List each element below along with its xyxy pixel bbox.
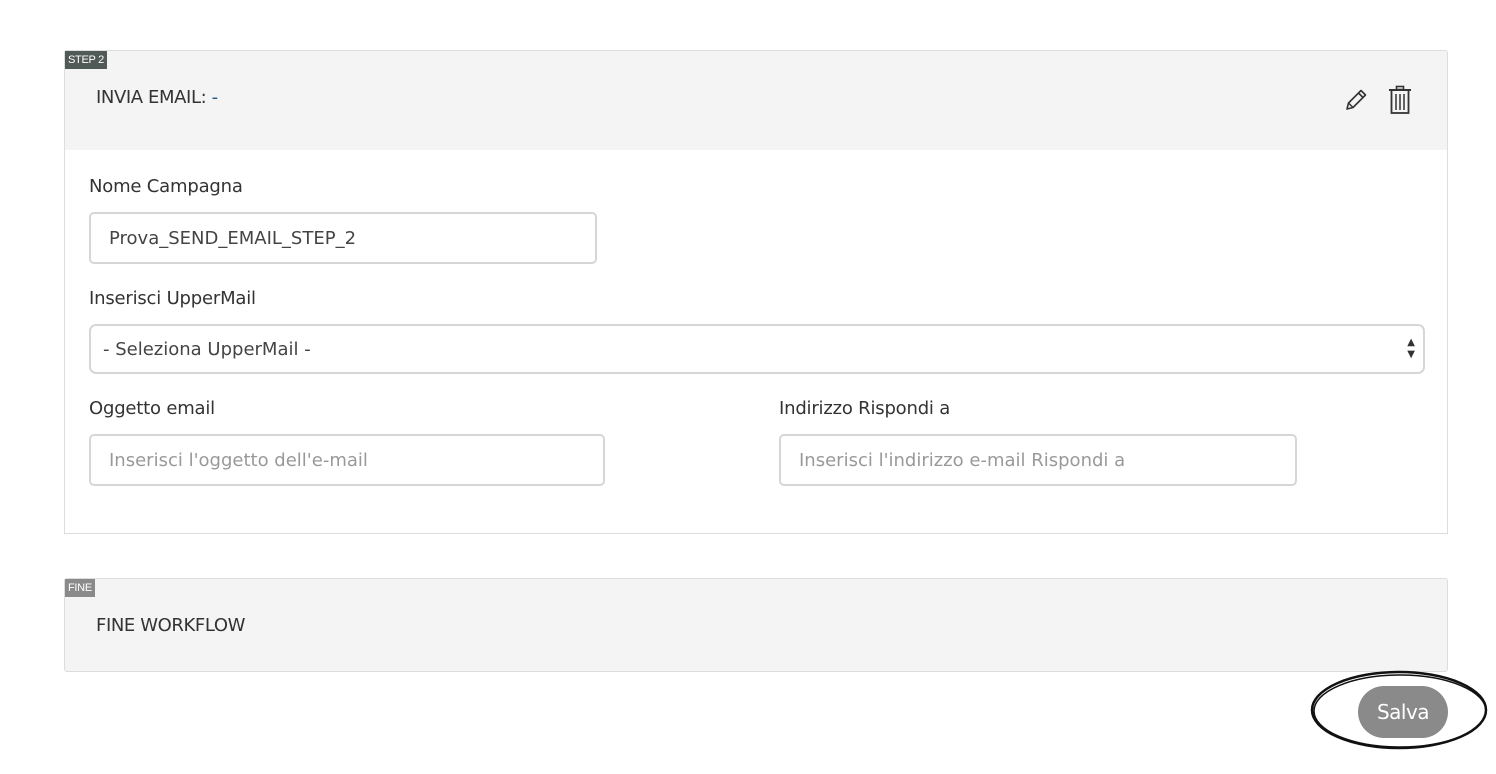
subject-label: Oggetto email	[89, 398, 215, 419]
fine-card: FINE FINE WORKFLOW	[64, 578, 1448, 672]
trash-icon[interactable]	[1387, 85, 1413, 115]
fine-title: FINE WORKFLOW	[96, 615, 246, 636]
step2-form: Nome Campagna Inserisci UpperMail - Sele…	[64, 150, 1448, 534]
step2-header: STEP 2 INVIA EMAIL: -	[64, 50, 1448, 152]
step2-title-text: INVIA EMAIL:	[96, 87, 207, 108]
pencil-icon[interactable]	[1343, 85, 1369, 115]
campaign-name-input[interactable]	[89, 212, 597, 264]
step2-actions	[1343, 85, 1413, 115]
campaign-name-label: Nome Campagna	[89, 176, 243, 197]
uppermail-select[interactable]: - Seleziona UpperMail - ▲ ▼	[89, 324, 1425, 374]
fine-badge: FINE	[65, 579, 95, 597]
step2-badge: STEP 2	[65, 51, 107, 69]
uppermail-selected-value: - Seleziona UpperMail -	[103, 338, 311, 360]
reply-to-input[interactable]	[779, 434, 1297, 486]
step2-title-value: -	[211, 87, 219, 108]
reply-to-label: Indirizzo Rispondi a	[779, 398, 951, 419]
subject-input[interactable]	[89, 434, 605, 486]
save-button[interactable]: Salva	[1358, 686, 1448, 738]
uppermail-label: Inserisci UpperMail	[89, 288, 256, 309]
select-arrows-icon: ▲ ▼	[1407, 337, 1415, 360]
step2-title: INVIA EMAIL: -	[96, 87, 218, 108]
